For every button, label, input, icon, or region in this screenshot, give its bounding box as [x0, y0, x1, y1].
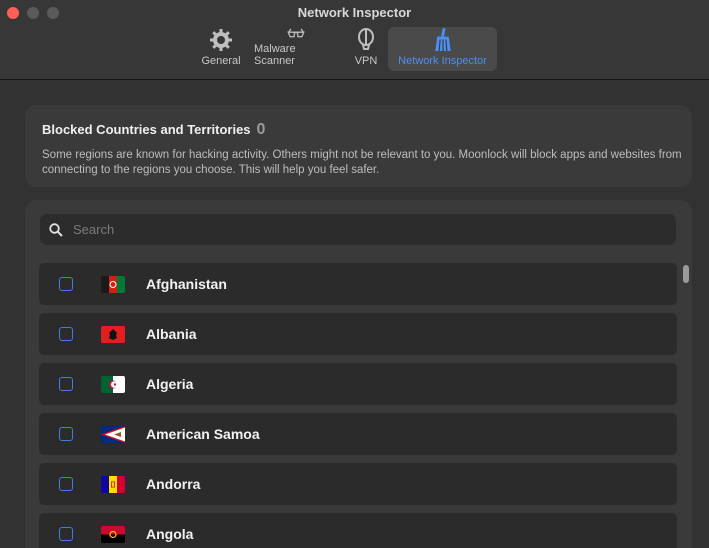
search-box[interactable] — [40, 214, 676, 245]
country-name: Albania — [146, 326, 197, 342]
search-icon — [49, 222, 63, 237]
country-name: Afghanistan — [146, 276, 227, 292]
country-row-angola[interactable]: Angola — [39, 513, 677, 548]
tab-vpn[interactable]: VPN — [348, 27, 384, 71]
country-checkbox[interactable] — [59, 477, 73, 491]
tab-vpn-label: VPN — [354, 55, 378, 67]
blocked-title: Blocked Countries and Territories — [42, 122, 251, 137]
blocked-description: Some regions are known for hacking activ… — [42, 149, 682, 176]
tab-general-label: General — [201, 55, 241, 67]
blocked-info-card: Blocked Countries and Territories 0 Some … — [25, 105, 692, 187]
country-name: Algeria — [146, 376, 194, 392]
country-name: Andorra — [146, 476, 201, 492]
algeria-flag-icon — [101, 375, 125, 393]
tab-malware-scanner[interactable]: Malware Scanner — [248, 27, 344, 71]
country-name: American Samoa — [146, 426, 260, 442]
country-row-albania[interactable]: Albania — [39, 313, 677, 355]
broom-icon — [434, 27, 451, 52]
tab-network-label: Network Inspector — [398, 55, 487, 67]
country-row-american-samoa[interactable]: American Samoa — [39, 413, 677, 455]
search-input[interactable] — [71, 221, 655, 238]
blocked-heading: Blocked Countries and Territories 0 — [42, 121, 675, 139]
country-checkbox[interactable] — [59, 277, 73, 291]
window-title: Network Inspector — [297, 5, 412, 20]
tab-network-inspector[interactable]: Network Inspector — [388, 27, 497, 71]
country-name: Angola — [146, 526, 194, 542]
afghanistan-flag-icon — [101, 275, 125, 293]
toolbar-tabs: General Malware Scanner VPN Network Insp… — [198, 27, 497, 71]
country-list-panel: Afghanistan Albania Algeria — [25, 200, 692, 548]
list-scrollbar[interactable] — [681, 263, 690, 548]
andorra-flag-icon — [101, 475, 125, 493]
blocked-count: 0 — [256, 121, 266, 138]
country-row-afghanistan[interactable]: Afghanistan — [39, 263, 677, 305]
country-row-algeria[interactable]: Algeria — [39, 363, 677, 405]
country-row-andorra[interactable]: Andorra — [39, 463, 677, 505]
angola-flag-icon — [101, 525, 125, 543]
glasses-icon — [287, 28, 305, 38]
country-list: Afghanistan Albania Algeria American Sam… — [39, 263, 677, 548]
balloon-icon — [358, 28, 374, 50]
gear-icon — [210, 29, 232, 51]
american-samoa-flag-icon — [101, 425, 125, 443]
title-bar: Network Inspector General Malware Scanne… — [0, 0, 709, 80]
country-checkbox[interactable] — [59, 377, 73, 391]
country-checkbox[interactable] — [59, 327, 73, 341]
country-checkbox[interactable] — [59, 527, 73, 541]
country-checkbox[interactable] — [59, 427, 73, 441]
tab-malware-label: Malware Scanner — [254, 43, 296, 67]
albania-flag-icon — [101, 325, 125, 343]
tab-general[interactable]: General — [198, 27, 244, 71]
scrollbar-thumb[interactable] — [683, 265, 689, 283]
